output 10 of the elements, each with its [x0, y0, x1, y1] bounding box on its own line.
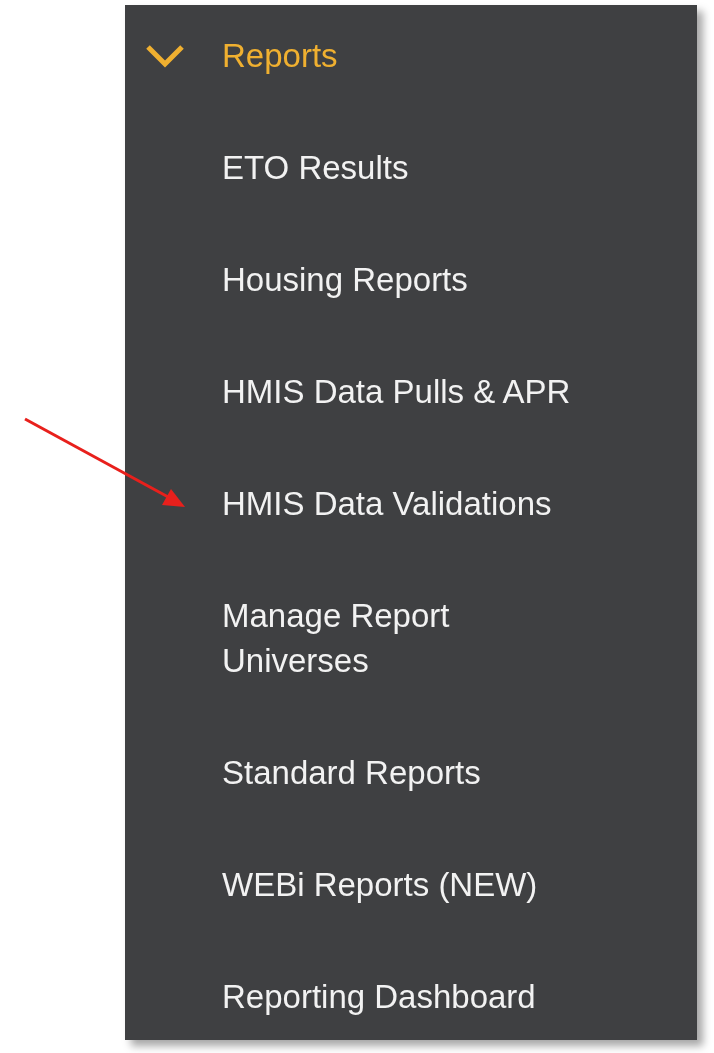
menu-item[interactable]: Standard Reports — [222, 750, 587, 795]
menu-item[interactable]: Manage Report Universes — [222, 593, 587, 683]
menu-item[interactable]: WEBi Reports (NEW) — [222, 862, 587, 907]
menu-item[interactable]: Housing Reports — [222, 257, 587, 302]
menu-item[interactable]: ETO Results — [222, 145, 587, 190]
chevron-down-icon — [145, 42, 185, 69]
menu-item[interactable]: Reporting Dashboard — [222, 974, 587, 1019]
menu-item[interactable]: HMIS Data Validations — [222, 481, 587, 526]
section-header[interactable]: Reports — [125, 33, 697, 78]
menu-item[interactable]: HMIS Data Pulls & APR — [222, 369, 587, 414]
